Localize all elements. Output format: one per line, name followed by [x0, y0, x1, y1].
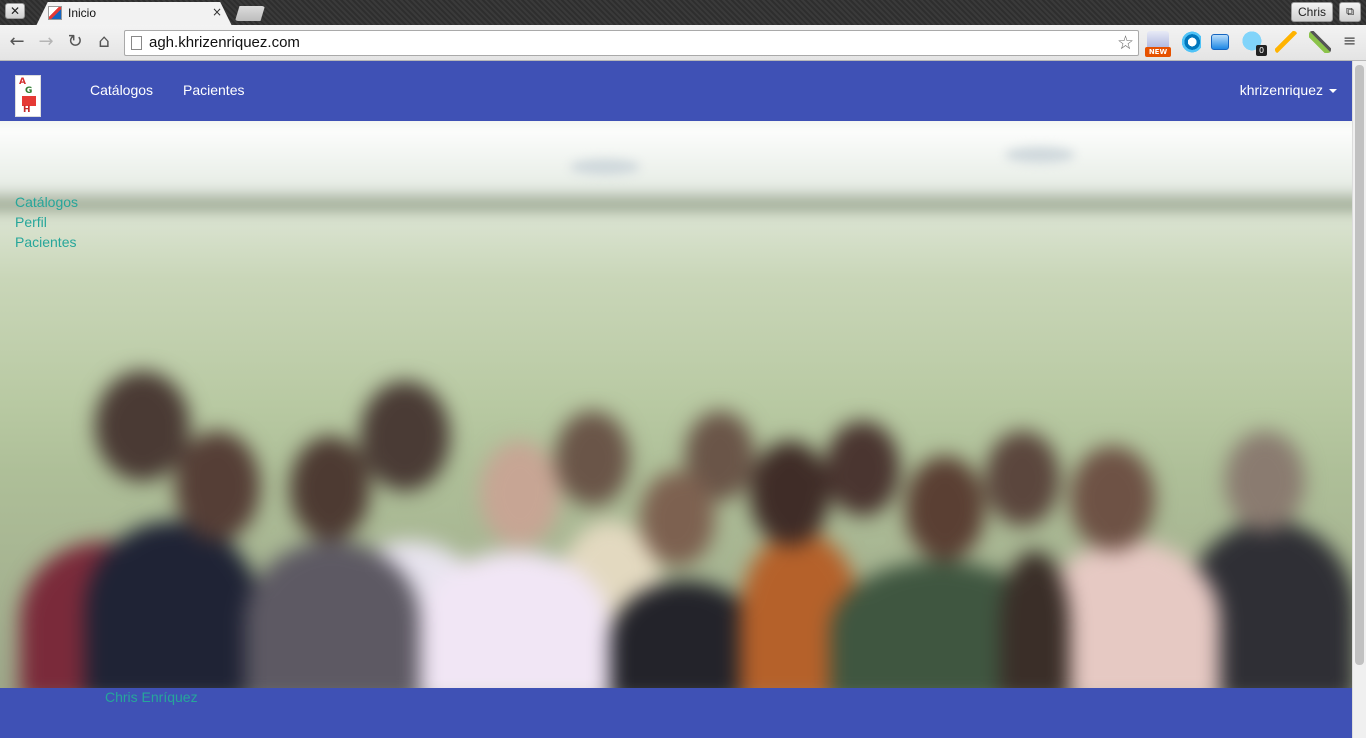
window-close-button[interactable]: ✕: [5, 3, 25, 19]
chrome-menu-icon[interactable]: ≡: [1343, 33, 1357, 49]
profile-button[interactable]: Chris: [1291, 2, 1333, 22]
side-link-catalogos[interactable]: Catálogos: [15, 192, 78, 212]
brand-logo[interactable]: A G H: [15, 75, 41, 117]
reload-icon[interactable]: ↻: [64, 31, 86, 53]
face-extension-icon[interactable]: 0: [1242, 31, 1267, 56]
tab-inicio[interactable]: Inicio ×: [36, 2, 232, 26]
new-extension-icon[interactable]: NEW: [1145, 31, 1171, 57]
side-link-perfil[interactable]: Perfil: [15, 212, 78, 232]
nav-link-catalogos[interactable]: Catálogos: [90, 82, 153, 98]
user-name: khrizenriquez: [1239, 82, 1323, 98]
home-icon[interactable]: ⌂: [93, 31, 115, 53]
eyedropper-extension-icon[interactable]: [1309, 31, 1331, 53]
scroll-thumb[interactable]: [1355, 65, 1364, 665]
back-icon[interactable]: ←: [6, 31, 28, 53]
tool-extension-icon[interactable]: [1275, 31, 1297, 53]
window-extension-icon[interactable]: [1211, 34, 1229, 50]
extension-count-badge: 0: [1256, 45, 1267, 56]
user-dropdown[interactable]: khrizenriquez: [1240, 82, 1337, 98]
caret-down-icon: [1329, 89, 1337, 94]
tab-close-icon[interactable]: ×: [212, 5, 222, 19]
swirl-extension-icon[interactable]: [1179, 31, 1201, 53]
url-text[interactable]: agh.khrizenriquez.com: [149, 34, 300, 51]
site-footer: Chris Enríquez: [0, 688, 1352, 738]
page-scrollbar[interactable]: [1352, 61, 1366, 738]
hero-photo: Catálogos Perfil Pacientes: [0, 121, 1352, 688]
forward-icon[interactable]: →: [35, 31, 57, 53]
new-tab-button[interactable]: [235, 6, 265, 21]
site-navbar: A G H Catálogos Pacientes khrizenriquez: [0, 61, 1352, 121]
page-icon: [131, 36, 142, 50]
favicon-icon: [48, 6, 62, 20]
group-photo: [0, 121, 1352, 688]
tab-strip: ✕ Inicio × Chris ⧉: [0, 0, 1366, 26]
tab-title: Inicio: [68, 6, 97, 20]
address-bar[interactable]: agh.khrizenriquez.com ☆: [124, 30, 1139, 56]
side-menu: Catálogos Perfil Pacientes: [15, 192, 78, 252]
nav-link-pacientes[interactable]: Pacientes: [183, 82, 244, 98]
footer-author-link[interactable]: Chris Enríquez: [105, 689, 198, 705]
browser-toolbar: ← → ↻ ⌂ agh.khrizenriquez.com ☆ NEW 0 ≡: [0, 25, 1366, 61]
new-badge: NEW: [1145, 47, 1171, 57]
side-link-pacientes[interactable]: Pacientes: [15, 232, 78, 252]
bookmark-star-icon[interactable]: ☆: [1117, 32, 1134, 54]
restore-window-icon[interactable]: ⧉: [1339, 2, 1361, 22]
page-viewport: A G H Catálogos Pacientes khrizenriquez: [0, 61, 1352, 738]
